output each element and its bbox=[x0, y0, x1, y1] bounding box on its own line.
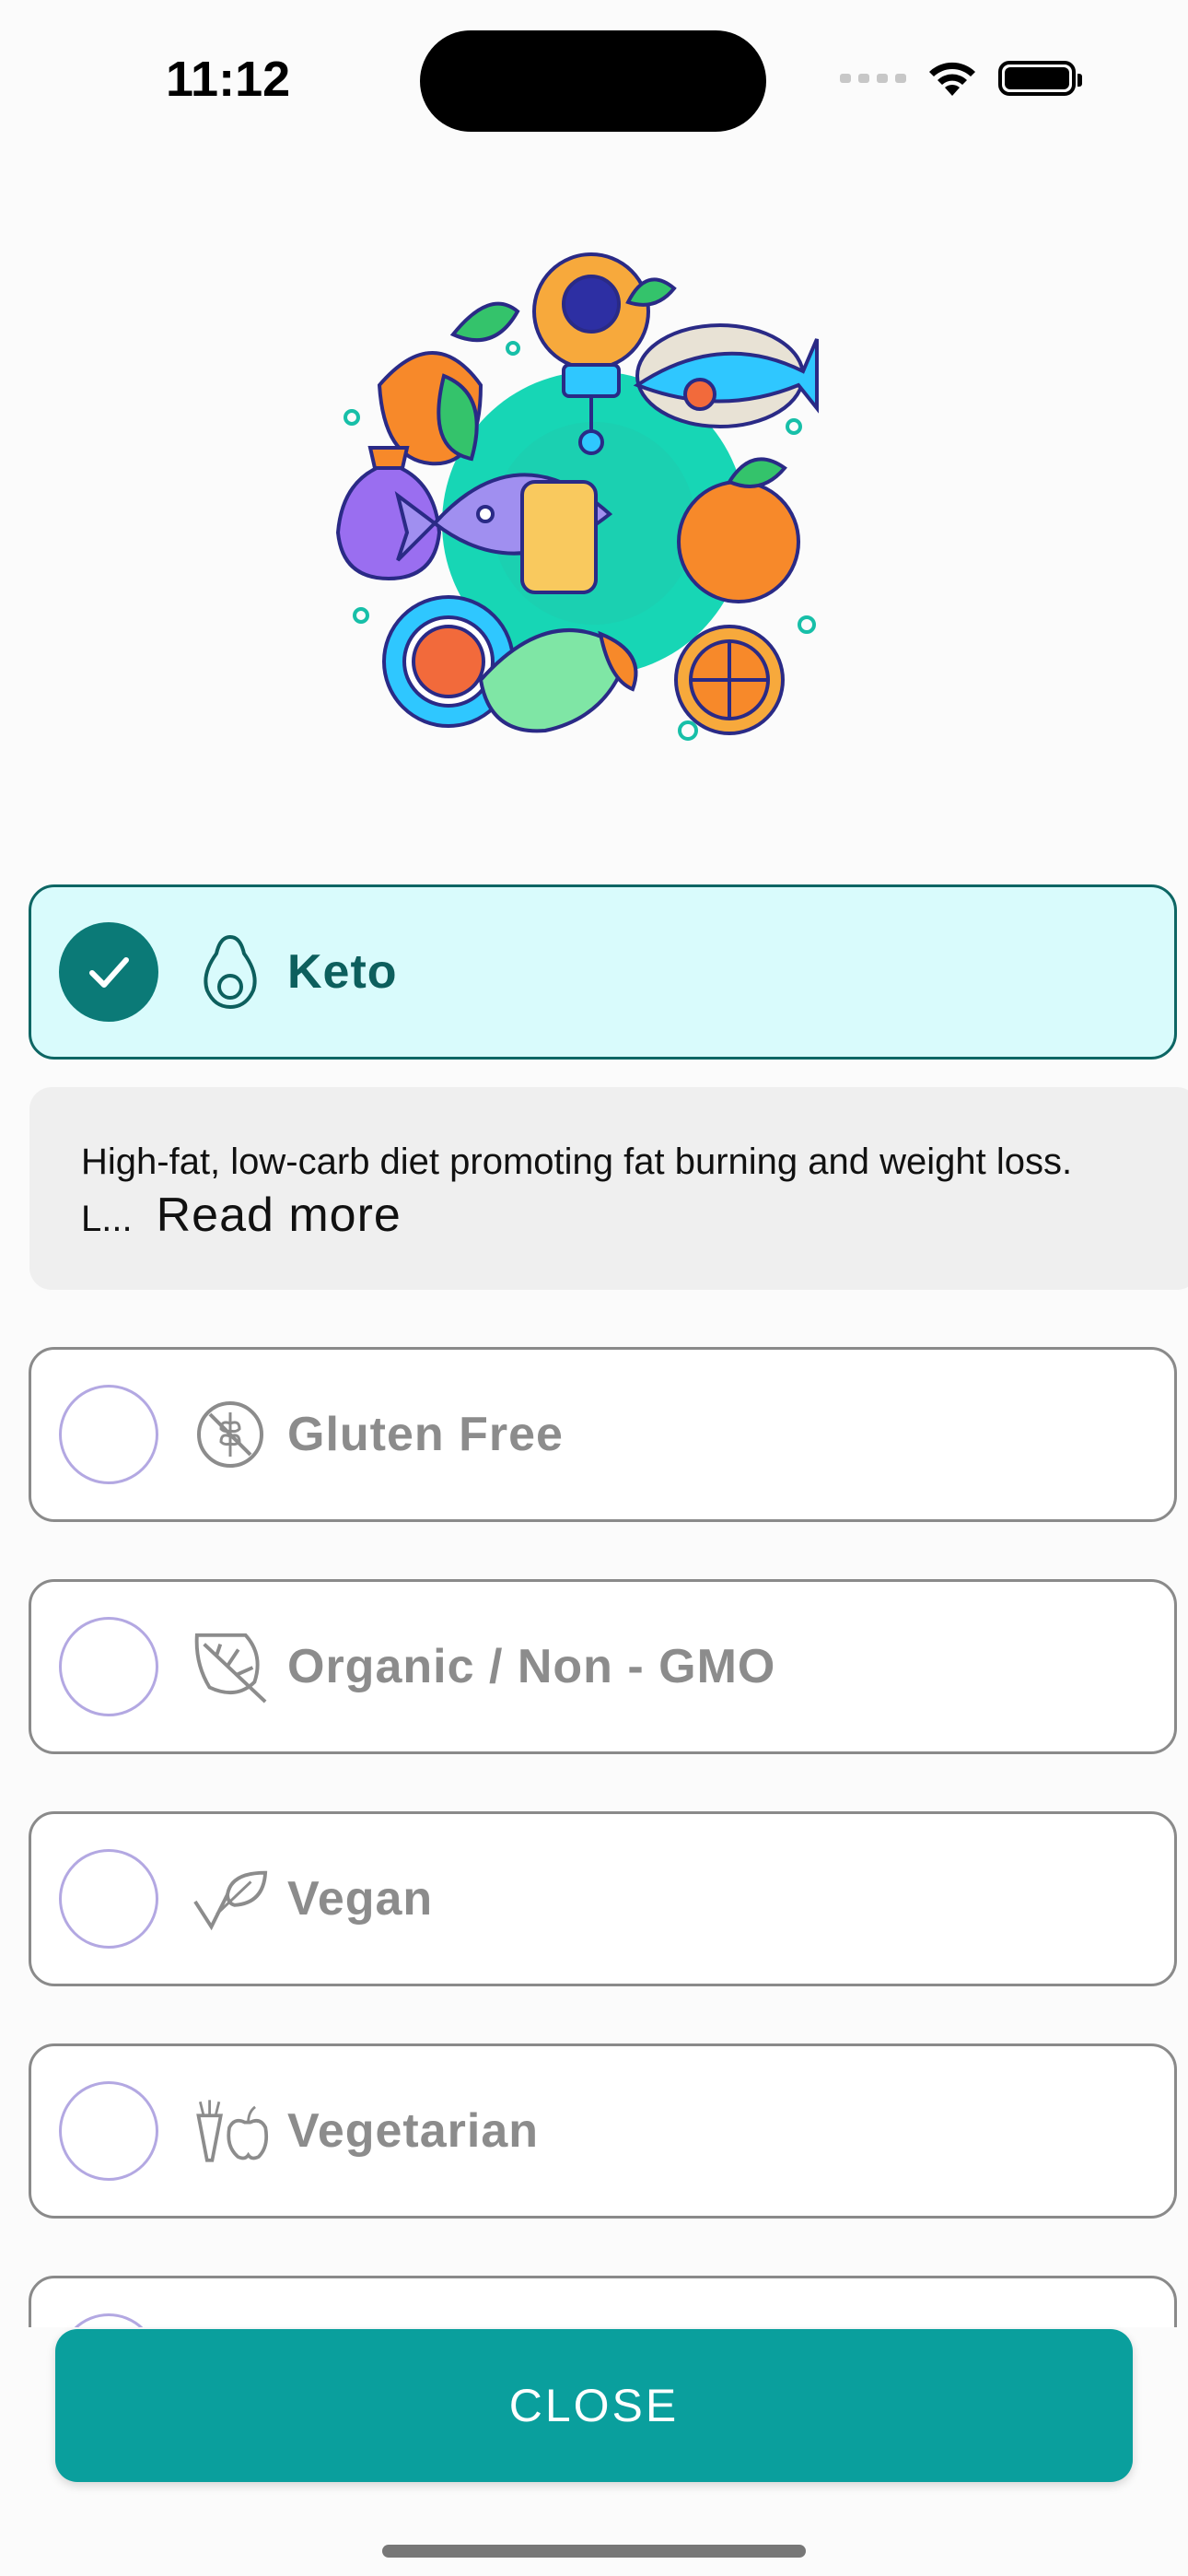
status-icons bbox=[840, 55, 1082, 101]
dynamic-island bbox=[420, 30, 766, 132]
radio-unchecked[interactable] bbox=[59, 1385, 158, 1484]
carrot-apple-icon bbox=[192, 2092, 269, 2170]
close-button[interactable]: CLOSE bbox=[55, 2329, 1133, 2482]
checkmark-icon bbox=[89, 957, 129, 988]
radio-unchecked[interactable] bbox=[59, 2081, 158, 2181]
diet-option-keto[interactable]: Keto bbox=[29, 884, 1177, 1060]
diet-option-vegan[interactable]: Vegan bbox=[29, 1811, 1177, 1986]
radio-checked[interactable] bbox=[59, 922, 158, 1022]
option-label: Vegan bbox=[287, 1872, 434, 1926]
cellular-signal-icon bbox=[840, 74, 906, 83]
home-indicator bbox=[382, 2545, 806, 2558]
avocado-icon bbox=[192, 933, 269, 1011]
healthy-food-illustration bbox=[335, 252, 819, 741]
option-label: Organic / Non - GMO bbox=[287, 1640, 776, 1693]
leaf-icon bbox=[192, 1628, 269, 1705]
option-label: Vegetarian bbox=[287, 2104, 540, 2158]
wifi-icon bbox=[929, 62, 975, 96]
sprout-icon bbox=[192, 1860, 269, 1938]
option-label: Keto bbox=[287, 945, 398, 999]
diet-option-gluten-free[interactable]: Gluten Free bbox=[29, 1347, 1177, 1522]
diet-option-vegetarian[interactable]: Vegetarian bbox=[29, 2043, 1177, 2219]
radio-unchecked[interactable] bbox=[59, 1849, 158, 1949]
radio-unchecked[interactable] bbox=[59, 1617, 158, 1716]
status-time: 11:12 bbox=[166, 52, 291, 107]
battery-icon bbox=[998, 61, 1082, 96]
wheat-crossed-icon bbox=[192, 1396, 269, 1473]
option-label: Gluten Free bbox=[287, 1408, 564, 1461]
diet-description: High-fat, low-carb diet promoting fat bu… bbox=[29, 1087, 1188, 1290]
read-more-link[interactable]: Read more bbox=[157, 1188, 402, 1242]
diet-option-organic[interactable]: Organic / Non - GMO bbox=[29, 1579, 1177, 1754]
